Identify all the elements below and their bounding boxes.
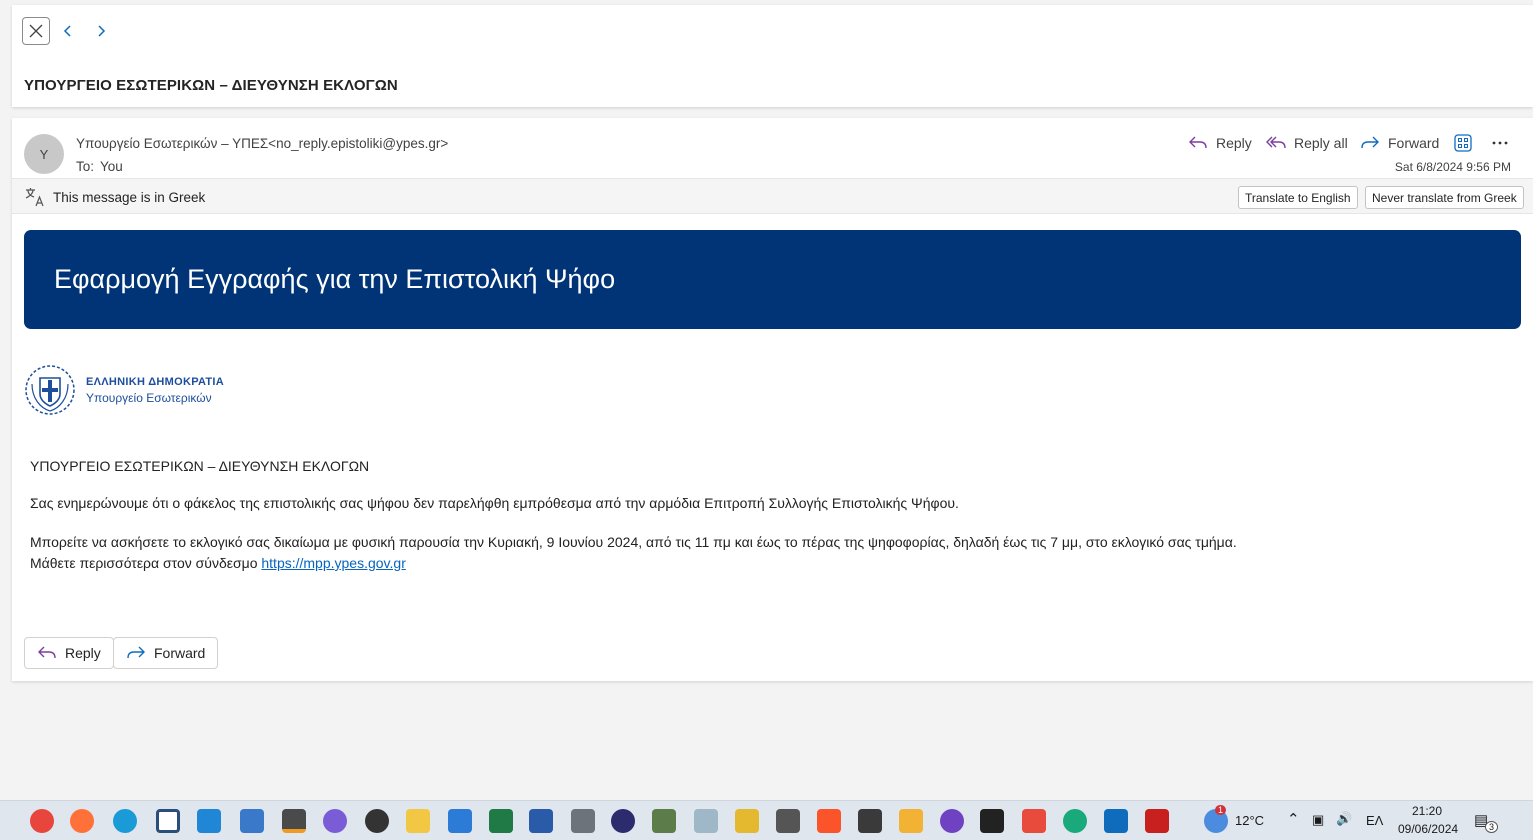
recipient-line: To: You [76,159,129,174]
sublime-icon[interactable] [282,809,306,833]
footer-forward-button[interactable]: Forward [113,637,219,669]
forward-icon [127,646,145,659]
info-link[interactable]: https://mpp.ypes.gov.gr [261,555,405,571]
email-subject: ΥΠΟΥΡΓΕΙΟ ΕΣΩΤΕΡΙΚΩΝ – ΔΙΕΥΘΥΝΣΗ ΕΚΛΟΓΩΝ [24,77,398,94]
mail-icon[interactable] [448,809,472,833]
to-label: To: [76,159,95,174]
footer-forward-label: Forward [154,645,206,661]
github-desktop-icon[interactable] [940,809,964,833]
firefox-icon[interactable] [70,809,94,833]
vscode-icon[interactable] [197,809,221,833]
volume-icon[interactable]: 🔊 [1336,811,1352,827]
word-icon[interactable] [529,809,553,833]
chevron-right-icon [98,25,106,37]
more-actions-button[interactable] [1492,131,1516,155]
terminal-tool-icon[interactable] [776,809,800,833]
forward-button[interactable]: Forward [1360,131,1439,155]
apps-button[interactable] [1454,131,1480,155]
logo-text: ΕΛΛΗΝΙΚΗ ΔΗΜΟΚΡΑΤΙΑ Υπουργείο Εσωτερικών [86,376,224,405]
email-banner: Εφαρμογή Εγγραφής για την Επιστολική Ψήφ… [24,230,1521,329]
excel-icon[interactable] [489,809,513,833]
notes-icon[interactable] [694,809,718,833]
body-paragraph-1: Σας ενημερώνουμε ότι ο φάκελος της επιστ… [30,495,959,511]
star-app-icon[interactable] [735,809,759,833]
message-card: Y Υπουργείο Εσωτερικών – ΥΠΕΣ<no_reply.e… [12,118,1533,681]
footer-reply-label: Reply [65,645,101,661]
message-datetime: Sat 6/8/2024 9:56 PM [1394,160,1511,174]
banner-title: Εφαρμογή Εγγραφής για την Επιστολική Ψήφ… [54,264,616,294]
clock-date[interactable]: 09/06/2024 [1398,822,1458,836]
onedrive-folder-icon[interactable] [899,809,923,833]
cloud-upload-icon[interactable] [1063,809,1087,833]
windows-taskbar: 1 12°C ⌃ ▣ 🔊 ΕΛ 21:20 09/06/2024 ▤ 3 [0,800,1533,840]
grid-apps-icon [1454,134,1472,152]
reading-pane-header: ΥΠΟΥΡΓΕΙΟ ΕΣΩΤΕΡΙΚΩΝ – ΔΙΕΥΘΥΝΣΗ ΕΚΛΟΓΩΝ [12,5,1533,107]
body-paragraph-2: Μπορείτε να ασκήσετε το εκλογικό σας δικ… [30,534,1237,550]
forward-icon [1361,136,1379,149]
recipient-name[interactable]: You [100,159,123,174]
more-icon [1492,141,1508,145]
satellite-icon[interactable] [365,809,389,833]
language-indicator[interactable]: ΕΛ [1366,813,1383,828]
chrome-icon[interactable] [30,809,54,833]
brackets-icon[interactable] [156,809,180,833]
forward-label: Forward [1388,135,1440,151]
link-prefix-text: Μάθετε περισσότερα στον σύνδεσμο [30,555,262,571]
reply-all-button[interactable]: Reply all [1266,131,1348,155]
greek-coat-of-arms-icon [25,365,75,415]
logo-title: ΕΛΛΗΝΙΚΗ ΔΗΜΟΚΡΑΤΙΑ [86,375,224,388]
clock-time[interactable]: 21:20 [1412,804,1442,818]
chevron-left-icon [63,25,71,37]
eclipse-icon[interactable] [611,809,635,833]
body-paragraph-3: Μάθετε περισσότερα στον σύνδεσμο https:/… [30,555,406,571]
chevron-up-icon[interactable]: ⌃ [1287,810,1300,828]
translate-icon [25,188,44,207]
ministry-logo: ΕΛΛΗΝΙΚΗ ΔΗΜΟΚΡΑΤΙΑ Υπουργείο Εσωτερικών [24,364,224,416]
translation-notice: This message is in Greek [53,190,206,205]
close-icon [29,24,43,38]
weather-badge: 1 [1215,805,1227,815]
copilot-icon[interactable] [323,809,347,833]
translate-to-english-button[interactable]: Translate to English [1238,186,1358,209]
reply-all-label: Reply all [1294,135,1348,151]
sender-avatar[interactable]: Y [24,134,64,174]
brave-icon[interactable] [817,809,841,833]
footer-reply-button[interactable]: Reply [24,637,114,669]
store-icon[interactable] [240,809,264,833]
acrobat-icon[interactable] [1145,809,1169,833]
reply-label: Reply [1216,135,1252,151]
console-icon[interactable] [858,809,882,833]
close-button[interactable] [22,17,50,45]
body-heading: ΥΠΟΥΡΓΕΙΟ ΕΣΩΤΕΡΙΚΩΝ – ΔΙΕΥΘΥΝΣΗ ΕΚΛΟΓΩΝ [30,458,370,474]
logo-subtitle: Υπουργείο Εσωτερικών [86,390,212,405]
git-icon[interactable] [1022,809,1046,833]
file-explorer-icon[interactable] [406,809,430,833]
next-message-button[interactable] [90,19,112,43]
reply-icon [38,646,56,659]
reply-all-icon [1266,136,1286,149]
camera-icon[interactable]: ▣ [1312,812,1324,828]
translation-bar: This message is in Greek Translate to En… [12,178,1533,214]
edge-icon[interactable] [113,809,137,833]
command-prompt-icon[interactable] [980,809,1004,833]
notification-count: 3 [1485,821,1499,833]
reply-icon [1189,136,1207,149]
never-translate-button[interactable]: Never translate from Greek [1365,186,1524,209]
sender-name[interactable]: Υπουργείο Εσωτερικών – ΥΠΕΣ<no_reply.epi… [76,136,448,151]
outlook-new-icon[interactable] [1104,809,1128,833]
reply-button[interactable]: Reply [1188,131,1252,155]
reader-icon[interactable] [652,809,676,833]
calculator-icon[interactable] [571,809,595,833]
previous-message-button[interactable] [57,19,79,43]
weather-temperature[interactable]: 12°C [1235,813,1264,828]
